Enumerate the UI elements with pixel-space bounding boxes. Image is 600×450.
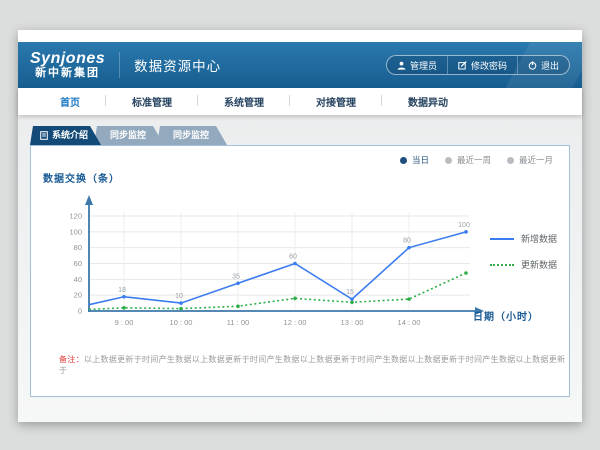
nav-item-data-change[interactable]: 数据异动 bbox=[382, 94, 474, 109]
data-point bbox=[236, 304, 240, 308]
data-point bbox=[236, 281, 240, 285]
main-nav: 首页 标准管理 系统管理 对接管理 数据异动 bbox=[18, 88, 582, 115]
x-tick-label: 13 : 00 bbox=[341, 318, 364, 327]
footnote-prefix: 备注： bbox=[59, 355, 84, 364]
data-point bbox=[350, 300, 354, 304]
tab-label: 同步监控 bbox=[110, 126, 146, 145]
tab-label: 系统介绍 bbox=[52, 126, 88, 145]
window-top-strip bbox=[18, 30, 582, 42]
y-tick-label: 120 bbox=[69, 212, 82, 221]
power-icon bbox=[528, 61, 537, 70]
tab-bar: 系统介绍 同步监控 同步监控 bbox=[30, 126, 582, 145]
time-range-selector: 当日 最近一周 最近一月 bbox=[400, 154, 553, 166]
x-tick-label: 11 : 00 bbox=[227, 318, 249, 327]
legend-entry-new-data[interactable]: 新增数据 bbox=[490, 232, 557, 245]
legend-label: 更新数据 bbox=[521, 258, 557, 271]
data-point-label: 15 bbox=[346, 289, 354, 296]
x-axis-title: 日期（小时） bbox=[473, 308, 539, 323]
y-tick-label: 60 bbox=[74, 259, 82, 268]
blue-line-swatch-icon bbox=[490, 238, 514, 240]
nav-item-label: 系统管理 bbox=[224, 98, 264, 109]
logout-label: 退出 bbox=[541, 59, 559, 72]
data-point-label: 80 bbox=[403, 238, 411, 245]
data-point bbox=[122, 295, 126, 299]
data-point bbox=[179, 301, 183, 305]
logo-text-en: Synjones bbox=[30, 51, 105, 68]
range-option-label: 最近一周 bbox=[457, 154, 491, 166]
data-point-label: 35 bbox=[232, 273, 240, 280]
nav-item-label: 数据异动 bbox=[408, 98, 448, 109]
nav-item-home[interactable]: 首页 bbox=[34, 94, 106, 109]
range-option-last-week[interactable]: 最近一周 bbox=[445, 154, 491, 166]
nav-item-standard-mgmt[interactable]: 标准管理 bbox=[106, 94, 198, 109]
radio-dot-icon bbox=[445, 157, 452, 164]
y-tick-label: 100 bbox=[69, 227, 82, 236]
tab-sync-monitor-1[interactable]: 同步监控 bbox=[94, 126, 164, 145]
nav-item-system-mgmt[interactable]: 系统管理 bbox=[198, 94, 290, 109]
radio-dot-icon bbox=[507, 157, 514, 164]
x-tick-label: 10 : 00 bbox=[170, 318, 193, 327]
app-window: Synjones 新中新集团 数据资源中心 管理员 修改密码 退出 首页 标准管… bbox=[18, 30, 582, 422]
range-option-last-month[interactable]: 最近一月 bbox=[507, 154, 553, 166]
document-icon bbox=[40, 131, 48, 140]
data-point-label: 10 bbox=[175, 293, 183, 300]
change-password-label: 修改密码 bbox=[471, 59, 507, 72]
page-title: 数据资源中心 bbox=[119, 52, 221, 78]
chart-legend: 新增数据 更新数据 bbox=[490, 232, 557, 284]
change-password-button[interactable]: 修改密码 bbox=[447, 56, 517, 74]
legend-entry-updated-data[interactable]: 更新数据 bbox=[490, 258, 557, 271]
app-header: Synjones 新中新集团 数据资源中心 管理员 修改密码 退出 bbox=[18, 42, 582, 88]
green-dotted-swatch-icon bbox=[490, 264, 514, 266]
chart-panel: 当日 最近一周 最近一月 数据交换（条） 0 20 40 60 80 100 120 9 : … bbox=[30, 145, 570, 397]
tab-sync-monitor-2[interactable]: 同步监控 bbox=[157, 126, 227, 145]
admin-user-label: 管理员 bbox=[410, 59, 437, 72]
tab-label: 同步监控 bbox=[173, 126, 209, 145]
y-axis-title: 数据交换（条） bbox=[43, 170, 120, 185]
x-tick-label: 9 : 00 bbox=[115, 318, 134, 327]
data-point bbox=[122, 306, 126, 310]
y-tick-label: 0 bbox=[78, 307, 82, 316]
edit-icon bbox=[458, 61, 467, 70]
logout-button[interactable]: 退出 bbox=[517, 56, 569, 74]
data-point bbox=[407, 297, 411, 301]
y-axis-arrow-icon bbox=[85, 195, 93, 205]
tab-system-intro[interactable]: 系统介绍 bbox=[30, 126, 101, 145]
y-tick-label: 40 bbox=[74, 275, 82, 284]
footnote-text: 以上数据更新于时间产生数据以上数据更新于时间产生数据以上数据更新于时间产生数据以… bbox=[59, 355, 565, 375]
data-point bbox=[350, 297, 354, 301]
data-point bbox=[293, 297, 297, 301]
user-button-group: 管理员 修改密码 退出 bbox=[386, 55, 570, 75]
company-logo: Synjones 新中新集团 bbox=[30, 51, 119, 79]
footnote: 备注：以上数据更新于时间产生数据以上数据更新于时间产生数据以上数据更新于时间产生… bbox=[59, 354, 569, 376]
range-option-label: 当日 bbox=[412, 154, 429, 166]
y-tick-label: 20 bbox=[74, 291, 82, 300]
logo-text-cn: 新中新集团 bbox=[30, 68, 105, 80]
x-tick-label: 12 : 00 bbox=[284, 318, 307, 327]
admin-user-button[interactable]: 管理员 bbox=[387, 56, 447, 74]
data-point bbox=[464, 271, 468, 275]
range-option-label: 最近一月 bbox=[519, 154, 553, 166]
data-point-label: 60 bbox=[289, 254, 297, 261]
nav-item-label: 标准管理 bbox=[132, 98, 172, 109]
y-tick-label: 80 bbox=[74, 243, 82, 252]
nav-item-label: 对接管理 bbox=[316, 98, 356, 109]
content-area: 系统介绍 同步监控 同步监控 当日 最近一周 最近一月 数据交换（条） 0 20 4… bbox=[18, 115, 582, 422]
range-option-today[interactable]: 当日 bbox=[400, 154, 429, 166]
data-point bbox=[464, 230, 468, 234]
radio-dot-icon bbox=[400, 157, 407, 164]
nav-item-interface-mgmt[interactable]: 对接管理 bbox=[290, 94, 382, 109]
line-chart-svg: 0 20 40 60 80 100 120 9 : 00 10 : 00 11 : 00 12 : … bbox=[45, 184, 490, 329]
data-point bbox=[293, 262, 297, 266]
user-icon bbox=[397, 61, 406, 70]
data-point bbox=[179, 307, 183, 311]
nav-item-label: 首页 bbox=[60, 98, 80, 109]
data-point-label: 100 bbox=[458, 222, 470, 229]
data-point-label: 18 bbox=[118, 287, 126, 294]
legend-label: 新增数据 bbox=[521, 232, 557, 245]
data-point bbox=[407, 246, 411, 250]
x-tick-label: 14 : 00 bbox=[398, 318, 421, 327]
line-chart: 0 20 40 60 80 100 120 9 : 00 10 : 00 11 : 00 12 : … bbox=[45, 184, 490, 329]
